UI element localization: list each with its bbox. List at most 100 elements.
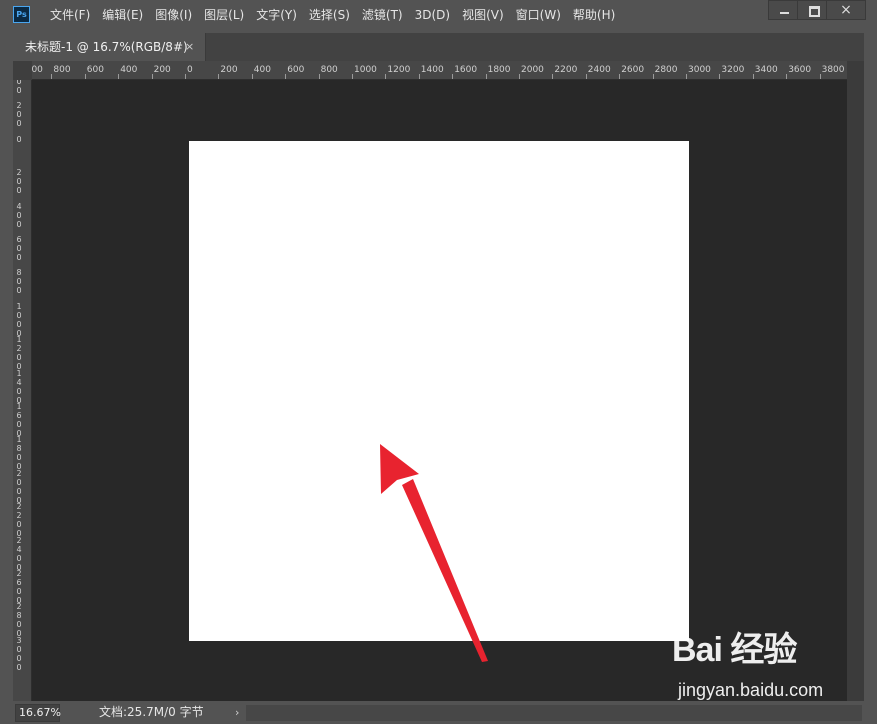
ruler-top-label: 3400 xyxy=(754,65,778,75)
canvas-workspace[interactable] xyxy=(32,80,847,701)
ruler-tick xyxy=(418,74,420,79)
ruler-top-label: 2600 xyxy=(621,65,645,75)
ruler-left-label: 1200 xyxy=(16,335,22,372)
ruler-tick xyxy=(619,74,621,79)
vertical-scrollbar[interactable] xyxy=(847,61,864,701)
ruler-left-label: 800 xyxy=(16,268,22,296)
ruler-left-label: 400 xyxy=(16,201,22,229)
status-bar: 16.67% 文档:25.7M/0 字节 › xyxy=(13,703,864,724)
ruler-top-label: 800 xyxy=(53,65,71,75)
horizontal-scrollbar[interactable] xyxy=(246,705,862,721)
ruler-left-label: 2200 xyxy=(16,502,22,539)
ruler-top-label: 3800 xyxy=(821,65,845,75)
ruler-top-label: 0 xyxy=(187,65,193,75)
menu-filter[interactable]: 滤镜(T) xyxy=(356,0,409,31)
ruler-left-label: 2800 xyxy=(16,602,22,639)
ruler-top-label: 600 xyxy=(86,65,104,75)
ruler-top-label: 400 xyxy=(253,65,271,75)
ruler-top-label: 2400 xyxy=(587,65,611,75)
ruler-top-label: 3200 xyxy=(721,65,745,75)
ruler-left-label: 0 xyxy=(16,134,22,144)
ruler-tick xyxy=(251,74,253,79)
ruler-top-label: 2000 xyxy=(521,65,544,75)
minimize-button[interactable] xyxy=(768,0,800,20)
ruler-left-label: 2000 xyxy=(16,468,22,505)
ruler-left-label: 1600 xyxy=(16,402,22,438)
ruler-left-label: 200 xyxy=(16,168,22,196)
ruler-tick xyxy=(385,74,387,79)
ruler-tick xyxy=(485,74,487,79)
ruler-tick xyxy=(585,74,587,79)
ruler-top-label: 1400 xyxy=(420,65,444,75)
document-tab-title: 未标题-1 @ 16.7%(RGB/8#) xyxy=(25,40,188,54)
zoom-field[interactable]: 16.67% xyxy=(15,704,61,722)
menu-help[interactable]: 帮助(H) xyxy=(567,0,621,31)
menu-window[interactable]: 窗口(W) xyxy=(510,0,567,31)
ruler-tick xyxy=(84,74,86,79)
ruler-left-label: 1000 xyxy=(16,301,22,338)
close-window-button[interactable]: × xyxy=(826,0,866,20)
tab-close-icon[interactable]: × xyxy=(185,33,194,61)
ruler-top-label: 1200 xyxy=(387,65,411,75)
menu-view[interactable]: 视图(V) xyxy=(456,0,510,31)
maximize-button[interactable] xyxy=(797,0,829,20)
ruler-top-label: 1000 xyxy=(32,65,43,75)
status-menu-arrow-icon[interactable]: › xyxy=(235,703,239,722)
ruler-tick xyxy=(819,74,821,79)
menu-list: 文件(F) 编辑(E) 图像(I) 图层(L) 文字(Y) 选择(S) 滤镜(T… xyxy=(44,0,621,31)
ruler-left-label: 400 xyxy=(16,80,22,95)
menu-layer[interactable]: 图层(L) xyxy=(198,0,250,31)
ruler-top-label: 3600 xyxy=(788,65,812,75)
ruler-left-label: 1800 xyxy=(16,435,22,472)
ruler-tick xyxy=(185,74,186,79)
menu-type[interactable]: 文字(Y) xyxy=(250,0,303,31)
menu-select[interactable]: 选择(S) xyxy=(303,0,356,31)
ruler-tick xyxy=(118,74,120,79)
ruler-top-label: 200 xyxy=(153,65,171,75)
ruler-tick xyxy=(519,74,520,79)
document-tab[interactable]: 未标题-1 @ 16.7%(RGB/8#) × xyxy=(13,33,206,61)
watermark-url: jingyan.baidu.com xyxy=(678,680,824,700)
ruler-top-label: 1600 xyxy=(454,65,478,75)
ruler-top-label: 200 xyxy=(220,65,238,75)
document-canvas[interactable] xyxy=(189,141,689,641)
menu-edit[interactable]: 编辑(E) xyxy=(96,0,149,31)
document-tab-bar: 未标题-1 @ 16.7%(RGB/8#) × xyxy=(13,33,864,61)
ruler-top-label: 3000 xyxy=(688,65,711,75)
ruler-tick xyxy=(51,74,53,79)
menu-bar: Ps 文件(F) 编辑(E) 图像(I) 图层(L) 文字(Y) 选择(S) 滤… xyxy=(0,0,877,31)
ruler-tick xyxy=(452,74,454,79)
ruler-left-label: 2600 xyxy=(16,569,22,605)
menu-3d[interactable]: 3D(D) xyxy=(409,0,456,31)
ruler-top-label: 1800 xyxy=(487,65,511,75)
ruler-left-label: 2400 xyxy=(16,535,22,572)
baidu-jingyan-watermark: Bai 经验 jingyan.baidu.com xyxy=(672,630,862,702)
document-info: 文档:25.7M/0 字节 xyxy=(99,705,204,719)
ruler-left-label: 3000 xyxy=(16,635,22,672)
ruler-corner[interactable] xyxy=(13,61,32,80)
ruler-tick xyxy=(719,74,721,79)
horizontal-ruler[interactable]: 1000800600400200020040060080010001200140… xyxy=(32,61,847,80)
ruler-tick xyxy=(786,74,788,79)
ruler-top-label: 2800 xyxy=(654,65,678,75)
close-icon: × xyxy=(840,2,852,18)
ruler-left-label: 200 xyxy=(16,101,22,129)
ruler-tick xyxy=(552,74,554,79)
menu-image[interactable]: 图像(I) xyxy=(149,0,198,31)
ruler-tick xyxy=(318,74,320,79)
ruler-top-label: 600 xyxy=(287,65,305,75)
menu-file[interactable]: 文件(F) xyxy=(44,0,96,31)
ruler-tick xyxy=(686,74,687,79)
ruler-tick xyxy=(352,74,353,79)
ruler-tick xyxy=(218,74,220,79)
ruler-top-label: 400 xyxy=(120,65,138,75)
ruler-left-label: 600 xyxy=(16,235,22,262)
ruler-top-label: 800 xyxy=(320,65,338,75)
vertical-ruler[interactable]: 4002000200400600800100012001400160018002… xyxy=(13,80,32,701)
ruler-tick xyxy=(285,74,287,79)
ruler-top-label: 2200 xyxy=(554,65,578,75)
ruler-top-label: 1000 xyxy=(354,65,377,75)
ruler-tick xyxy=(151,74,153,79)
ruler-tick xyxy=(652,74,654,79)
photoshop-logo-icon[interactable]: Ps xyxy=(13,6,30,23)
